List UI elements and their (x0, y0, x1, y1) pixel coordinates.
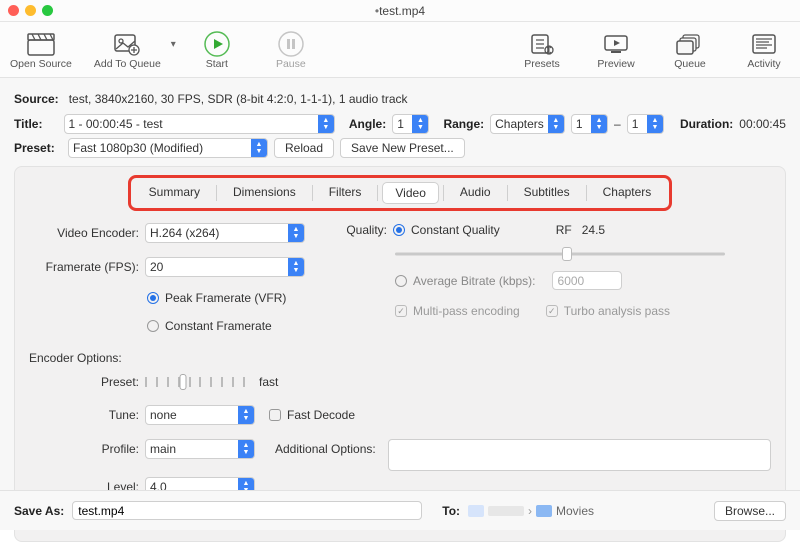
play-icon (201, 30, 233, 58)
stepper-icon: ▲▼ (647, 115, 663, 133)
preview-icon (600, 30, 632, 58)
settings-tabs: Summary Dimensions Filters Video Audio S… (137, 182, 664, 204)
rf-label: RF (556, 223, 572, 237)
tab-dimensions[interactable]: Dimensions (221, 182, 308, 204)
constant-framerate-radio[interactable]: Constant Framerate (147, 319, 272, 333)
average-bitrate-radio[interactable]: Average Bitrate (kbps): (395, 274, 536, 288)
pause-icon (275, 30, 307, 58)
start-button[interactable]: Start (191, 30, 243, 70)
enc-preset-slider[interactable] (145, 373, 245, 391)
turbo-checkbox: ✓Turbo analysis pass (546, 304, 670, 318)
range-from-select[interactable]: 1 ▲▼ (571, 114, 608, 134)
settings-panel: Summary Dimensions Filters Video Audio S… (14, 166, 786, 542)
window-title: test.mp4 (0, 4, 800, 18)
preset-label: Preset: (14, 141, 62, 155)
zoom-dot[interactable] (42, 5, 53, 16)
stepper-icon: ▲▼ (238, 440, 254, 458)
stepper-icon: ▲▼ (251, 139, 267, 157)
minimize-dot[interactable] (25, 5, 36, 16)
queue-icon (674, 30, 706, 58)
peak-framerate-radio[interactable]: Peak Framerate (VFR) (147, 291, 286, 305)
rf-slider[interactable] (395, 247, 725, 261)
tabs-highlight: Summary Dimensions Filters Video Audio S… (128, 175, 673, 211)
stepper-icon: ▲▼ (288, 258, 304, 276)
average-bitrate-input (552, 271, 622, 290)
profile-label: Profile: (29, 439, 139, 456)
presets-button[interactable]: Presets (516, 30, 568, 70)
tune-label: Tune: (29, 408, 139, 422)
clapperboard-icon (25, 30, 57, 58)
tab-summary[interactable]: Summary (137, 182, 212, 204)
browse-button[interactable]: Browse... (714, 501, 786, 521)
preview-button[interactable]: Preview (590, 30, 642, 70)
tab-audio[interactable]: Audio (448, 182, 503, 204)
tab-subtitles[interactable]: Subtitles (512, 182, 582, 204)
enc-preset-value: fast (259, 375, 278, 389)
profile-select[interactable]: main ▲▼ (145, 439, 255, 459)
tab-video[interactable]: Video (382, 182, 438, 204)
enc-preset-label: Preset: (29, 375, 139, 389)
source-label: Source: (14, 92, 59, 106)
stepper-icon: ▲▼ (548, 115, 564, 133)
reload-button[interactable]: Reload (274, 138, 334, 158)
tab-filters[interactable]: Filters (317, 182, 374, 204)
range-to-select[interactable]: 1 ▲▼ (627, 114, 664, 134)
stepper-icon: ▲▼ (288, 224, 304, 242)
multipass-checkbox: ✓Multi-pass encoding (395, 304, 520, 318)
save-as-input[interactable] (72, 501, 422, 520)
stepper-icon: ▲▼ (238, 406, 254, 424)
to-label: To: (442, 504, 460, 518)
title-label: Title: (14, 117, 58, 131)
source-value: test, 3840x2160, 30 FPS, SDR (8-bit 4:2:… (69, 92, 408, 106)
video-encoder-select[interactable]: H.264 (x264) ▲▼ (145, 223, 305, 243)
angle-select[interactable]: 1 ▲▼ (392, 114, 429, 134)
video-encoder-label: Video Encoder: (29, 226, 139, 240)
duration-value: 00:00:45 (739, 117, 786, 131)
rf-value: 24.5 (582, 223, 605, 237)
duration-label: Duration: (680, 117, 733, 131)
folder-icon (468, 505, 484, 517)
encoder-options-heading: Encoder Options: (29, 351, 771, 365)
pause-button: Pause (265, 30, 317, 70)
open-source-button[interactable]: Open Source (10, 30, 72, 70)
fps-label: Framerate (FPS): (29, 260, 139, 274)
activity-icon (748, 30, 780, 58)
stepper-icon: ▲▼ (591, 115, 607, 133)
close-dot[interactable] (8, 5, 19, 16)
tune-select[interactable]: none ▲▼ (145, 405, 255, 425)
fps-select[interactable]: 20 ▲▼ (145, 257, 305, 277)
range-mode-select[interactable]: Chapters ▲▼ (490, 114, 565, 134)
additional-options-input[interactable] (388, 439, 771, 471)
tab-chapters[interactable]: Chapters (591, 182, 664, 204)
dest-path[interactable]: › Movies (468, 504, 594, 518)
image-plus-icon (111, 30, 143, 58)
chevron-down-icon[interactable]: ▾ (171, 39, 176, 50)
range-label: Range: (443, 117, 484, 131)
preset-select[interactable]: Fast 1080p30 (Modified) ▲▼ (68, 138, 268, 158)
angle-label: Angle: (349, 117, 386, 131)
save-as-label: Save As: (14, 504, 64, 518)
constant-quality-radio[interactable]: Constant Quality (393, 223, 500, 237)
queue-button[interactable]: Queue (664, 30, 716, 70)
fast-decode-checkbox[interactable]: Fast Decode (269, 408, 355, 422)
presets-icon (526, 30, 558, 58)
quality-label: Quality: (335, 223, 387, 237)
addopts-label: Additional Options: (275, 439, 376, 456)
stepper-icon: ▲▼ (318, 115, 334, 133)
title-select[interactable]: 1 - 00:00:45 - test ▲▼ (64, 114, 335, 134)
folder-icon (536, 505, 552, 517)
range-dash: – (614, 117, 621, 131)
activity-button[interactable]: Activity (738, 30, 790, 70)
stepper-icon: ▲▼ (412, 115, 428, 133)
save-new-preset-button[interactable]: Save New Preset... (340, 138, 465, 158)
add-to-queue-button[interactable]: Add To Queue ▾ (94, 30, 161, 70)
